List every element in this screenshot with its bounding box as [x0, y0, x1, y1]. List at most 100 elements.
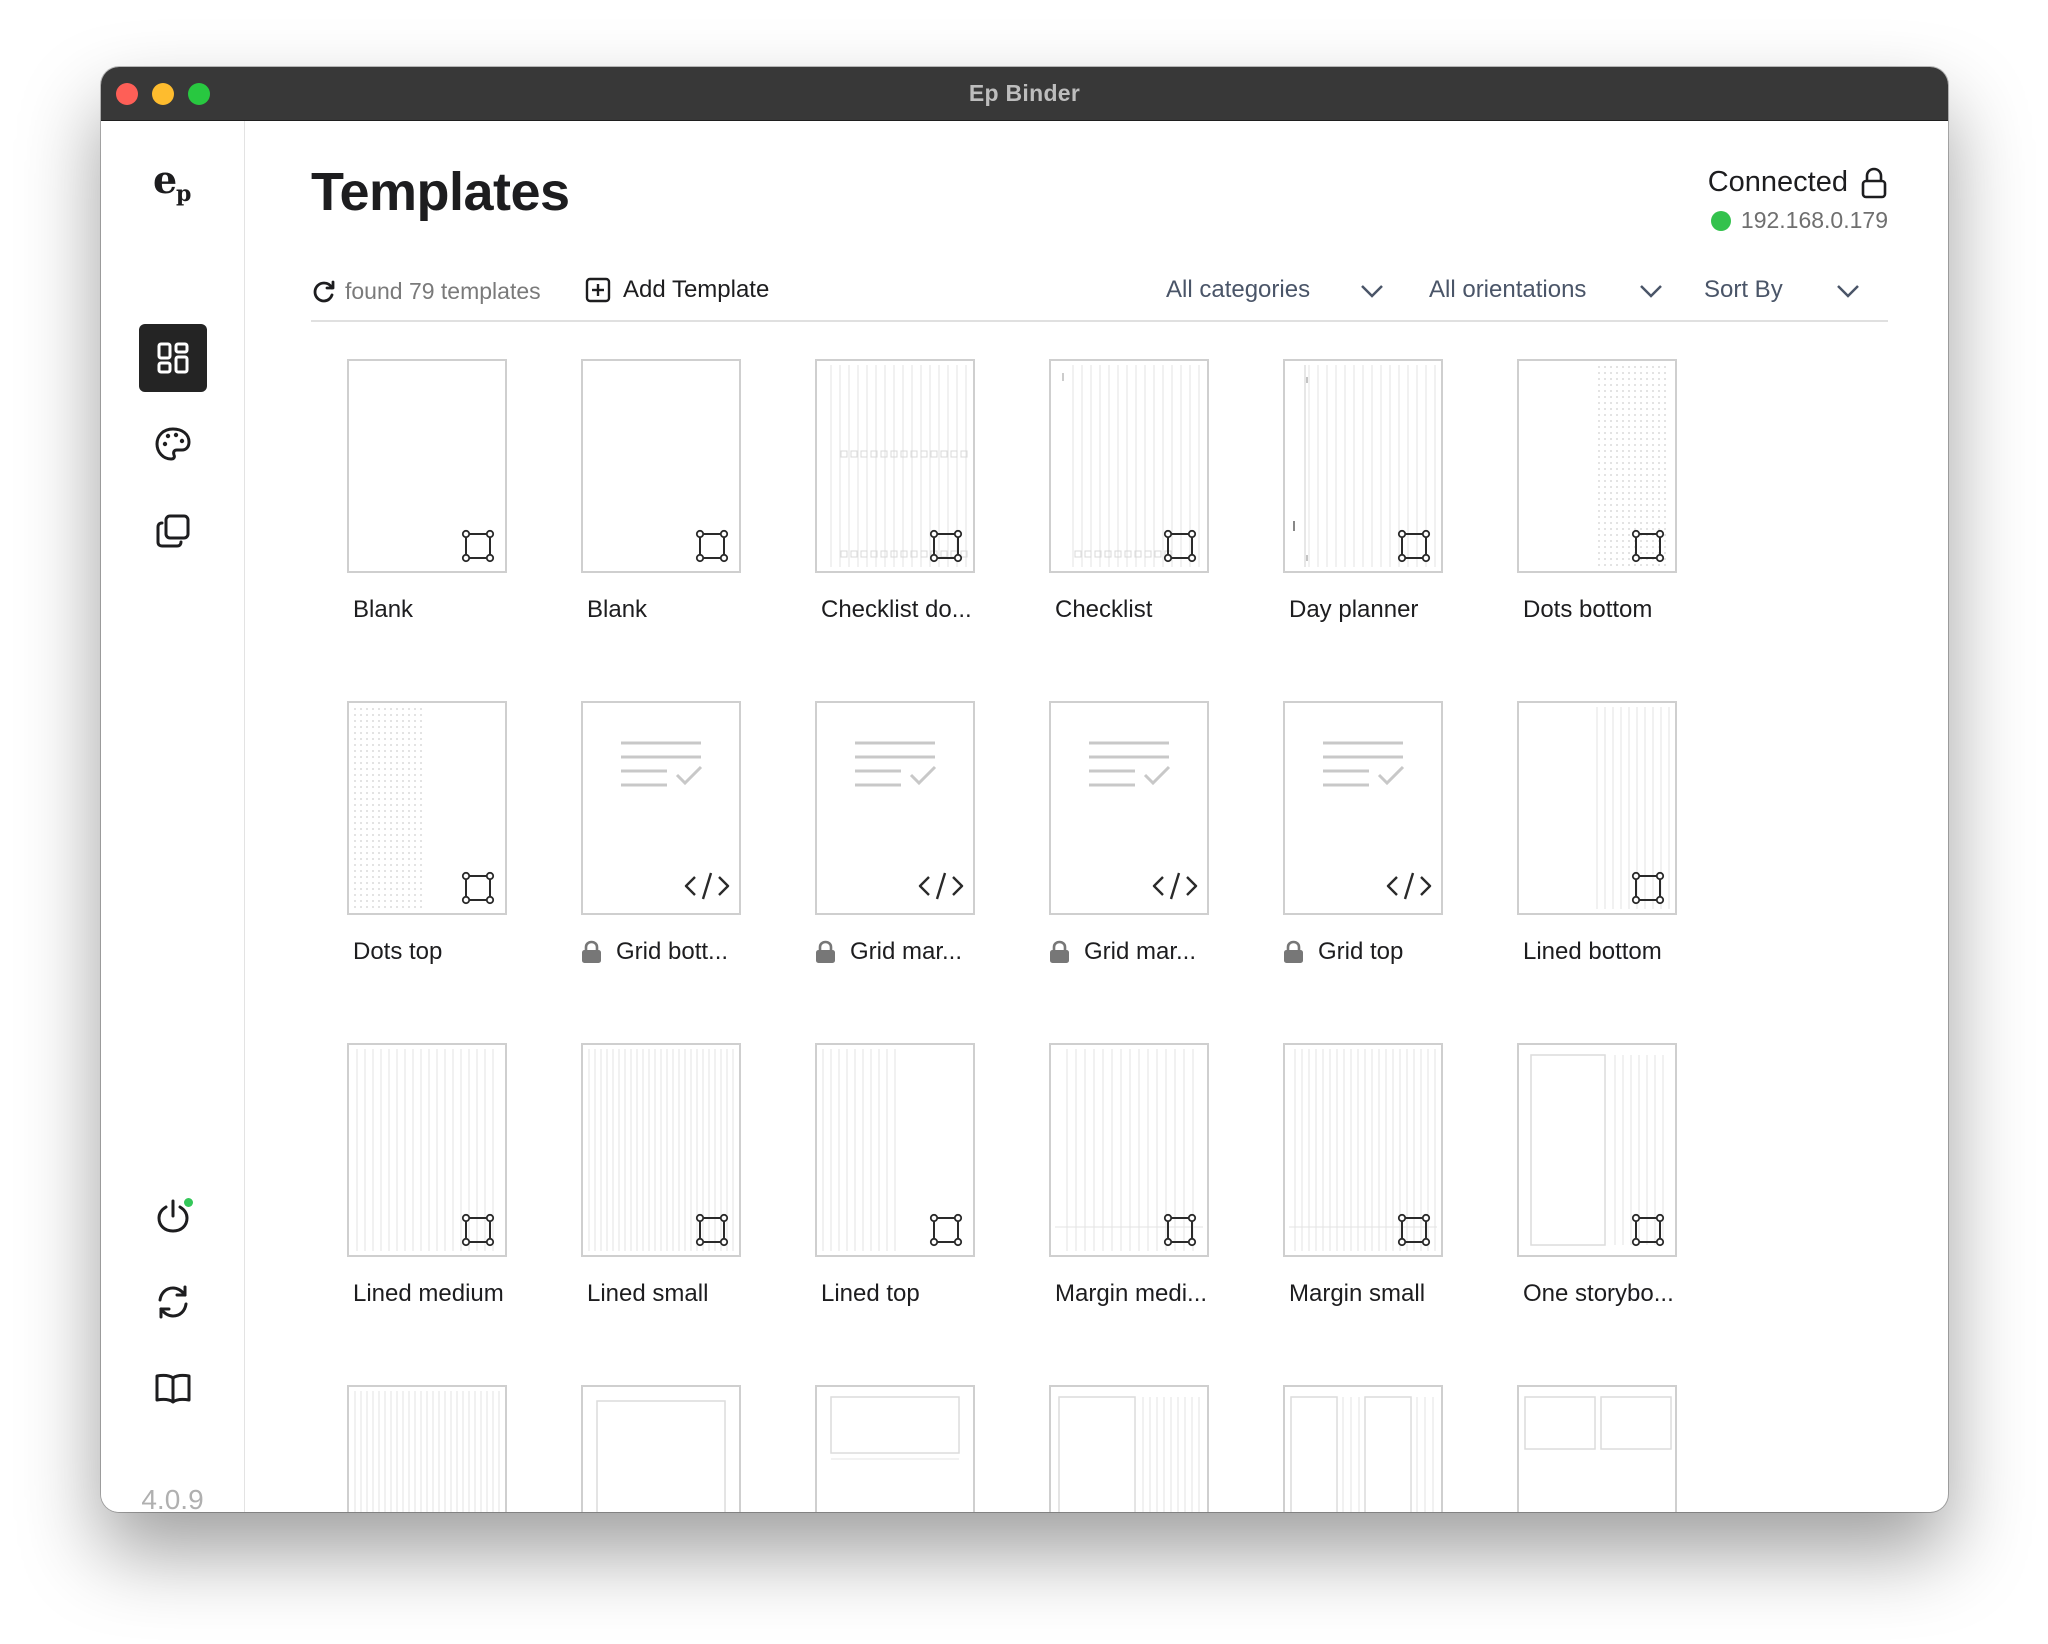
sidebar-item-templates[interactable] — [139, 324, 207, 392]
template-thumbnail[interactable] — [815, 701, 975, 915]
template-card[interactable]: Blank — [545, 359, 741, 639]
template-card[interactable] — [1481, 1385, 1677, 1512]
template-card[interactable]: Day planner — [1247, 359, 1443, 639]
template-card[interactable]: Grid mar... — [1013, 701, 1209, 981]
sort-value: Sort By — [1704, 276, 1783, 303]
template-card[interactable]: Lined top — [779, 1043, 975, 1323]
template-thumbnail[interactable] — [581, 1385, 741, 1512]
template-card[interactable]: Checklist — [1013, 359, 1209, 639]
template-thumbnail[interactable] — [1049, 701, 1209, 915]
template-card[interactable] — [1247, 1385, 1443, 1512]
template-thumbnail[interactable] — [1283, 1043, 1443, 1257]
template-thumbnail[interactable] — [815, 359, 975, 573]
window-title: Ep Binder — [968, 80, 1081, 106]
template-card[interactable]: Checklist do... — [779, 359, 975, 639]
template-label: Checklist — [1055, 596, 1152, 624]
template-name: Grid top — [1318, 938, 1404, 965]
template-label: Blank — [587, 596, 647, 624]
template-card[interactable]: Grid bott... — [545, 701, 741, 981]
template-name: Dots top — [353, 938, 443, 965]
template-card[interactable]: Grid top — [1247, 701, 1443, 981]
template-thumbnail[interactable] — [1049, 359, 1209, 573]
lock-icon[interactable] — [1860, 167, 1888, 199]
template-thumbnail[interactable] — [347, 359, 507, 573]
template-thumbnail[interactable] — [1283, 701, 1443, 915]
node-icon — [1631, 871, 1665, 905]
sort-dropdown[interactable]: Sort By — [1704, 276, 1859, 304]
template-card[interactable]: Blank — [311, 359, 507, 639]
node-icon — [1397, 529, 1431, 563]
template-thumbnail[interactable] — [815, 1385, 975, 1512]
add-template-button[interactable]: Add Template — [585, 276, 769, 304]
template-card[interactable]: Dots top — [311, 701, 507, 981]
template-card[interactable]: Lined medium — [311, 1043, 507, 1323]
template-thumbnail[interactable] — [1049, 1043, 1209, 1257]
template-thumbnail[interactable] — [347, 701, 507, 915]
template-thumbnail[interactable] — [581, 701, 741, 915]
refresh-templates[interactable]: found 79 templates — [311, 278, 541, 305]
sync-icon — [158, 1285, 188, 1319]
sidebar-item-themes[interactable] — [139, 410, 207, 478]
template-card[interactable]: Margin small — [1247, 1043, 1443, 1323]
sidebar-item-docs[interactable] — [139, 1354, 207, 1422]
template-card[interactable] — [311, 1385, 507, 1512]
connection-status: Connected 192.168.0.179 — [1708, 166, 1888, 234]
page-title: Templates — [311, 162, 570, 222]
main-content: Templates Connected 192.168.0.179 found … — [245, 121, 1948, 1512]
template-label: Lined top — [821, 1280, 920, 1308]
chevron-down-icon — [1640, 285, 1662, 298]
sidebar-item-sync[interactable] — [139, 1268, 207, 1336]
lock-icon — [582, 940, 601, 963]
app-version: 4.0.9 — [141, 1484, 204, 1512]
template-thumbnail[interactable] — [1517, 1385, 1677, 1512]
template-thumbnail[interactable] — [1049, 1385, 1209, 1512]
template-name: Day planner — [1289, 596, 1419, 623]
template-thumbnail[interactable] — [581, 1043, 741, 1257]
sidebar-item-power[interactable] — [139, 1182, 207, 1250]
template-name: Grid bott... — [616, 938, 729, 965]
template-thumbnail[interactable] — [347, 1385, 507, 1512]
categories-dropdown[interactable]: All categories — [1166, 276, 1383, 304]
template-label: Lined medium — [353, 1280, 504, 1308]
template-card[interactable] — [1013, 1385, 1209, 1512]
app-window: Ep Binder e p 4.0.9 Templates Connected … — [101, 67, 1948, 1512]
template-thumbnail[interactable] — [1517, 1043, 1677, 1257]
templates-grid: Blank Blank Checklist do... Checklist Da… — [311, 321, 1888, 1512]
template-card[interactable]: Margin medi... — [1013, 1043, 1209, 1323]
sidebar-item-copies[interactable] — [139, 497, 207, 565]
template-card[interactable] — [779, 1385, 975, 1512]
connection-dot — [1710, 210, 1731, 231]
template-card[interactable]: One storybo... — [1481, 1043, 1677, 1323]
template-thumbnail[interactable] — [1517, 701, 1677, 915]
template-name: Checklist — [1055, 596, 1153, 623]
template-thumbnail[interactable] — [1517, 359, 1677, 573]
template-thumbnail[interactable] — [1283, 1385, 1443, 1512]
lock-icon — [1284, 940, 1303, 963]
sidebar: e p 4.0.9 — [101, 121, 245, 1512]
template-label: Day planner — [1289, 596, 1418, 624]
template-label: Blank — [353, 596, 413, 624]
lock-icon — [816, 940, 835, 963]
template-card[interactable]: Dots bottom — [1481, 359, 1677, 639]
template-thumbnail[interactable] — [581, 359, 741, 573]
template-label: Grid mar... — [815, 938, 962, 966]
template-name: One storybo... — [1523, 1280, 1674, 1307]
template-preview — [830, 1396, 960, 1460]
template-card[interactable]: Grid mar... — [779, 701, 975, 981]
node-icon — [461, 871, 495, 905]
node-icon — [461, 529, 495, 563]
orientations-dropdown[interactable]: All orientations — [1429, 276, 1662, 304]
found-count: found 79 templates — [345, 278, 541, 304]
code-icon — [1386, 872, 1432, 900]
template-name: Blank — [587, 596, 648, 623]
power-status-dot — [184, 1198, 193, 1207]
template-thumbnail[interactable] — [1283, 359, 1443, 573]
template-thumbnail[interactable] — [815, 1043, 975, 1257]
template-card[interactable]: Lined bottom — [1481, 701, 1677, 981]
template-card[interactable] — [545, 1385, 741, 1512]
orientations-value: All orientations — [1429, 276, 1587, 303]
refresh-icon — [313, 280, 335, 302]
template-card[interactable]: Lined small — [545, 1043, 741, 1323]
template-thumbnail[interactable] — [347, 1043, 507, 1257]
template-label: Margin small — [1289, 1280, 1425, 1308]
